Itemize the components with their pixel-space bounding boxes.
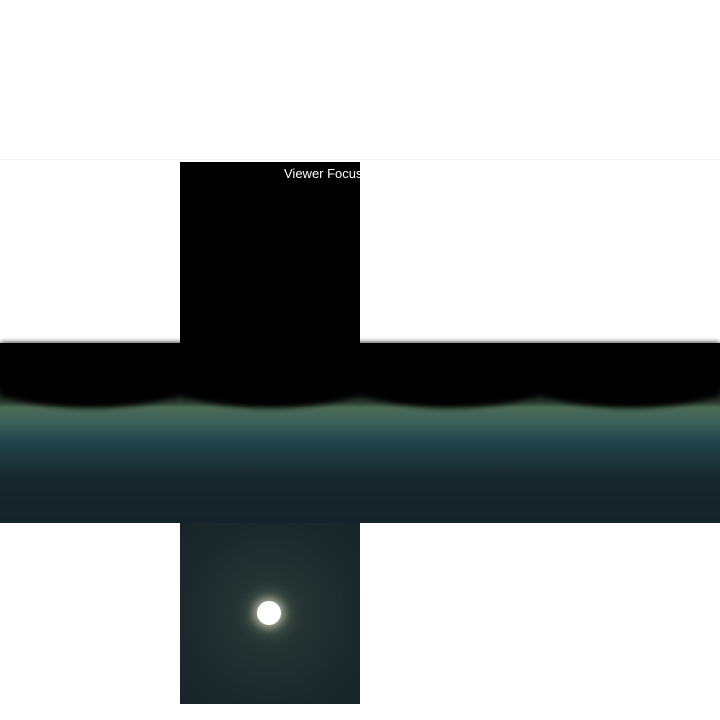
sun — [257, 601, 281, 625]
skybox-face-top — [180, 162, 360, 343]
viewer-stage: Viewer Focus (C) (TC) — [0, 0, 720, 720]
viewer-focus-label: Viewer Focus (C) (TC) — [284, 166, 414, 181]
skybox-cube-net — [0, 162, 720, 704]
